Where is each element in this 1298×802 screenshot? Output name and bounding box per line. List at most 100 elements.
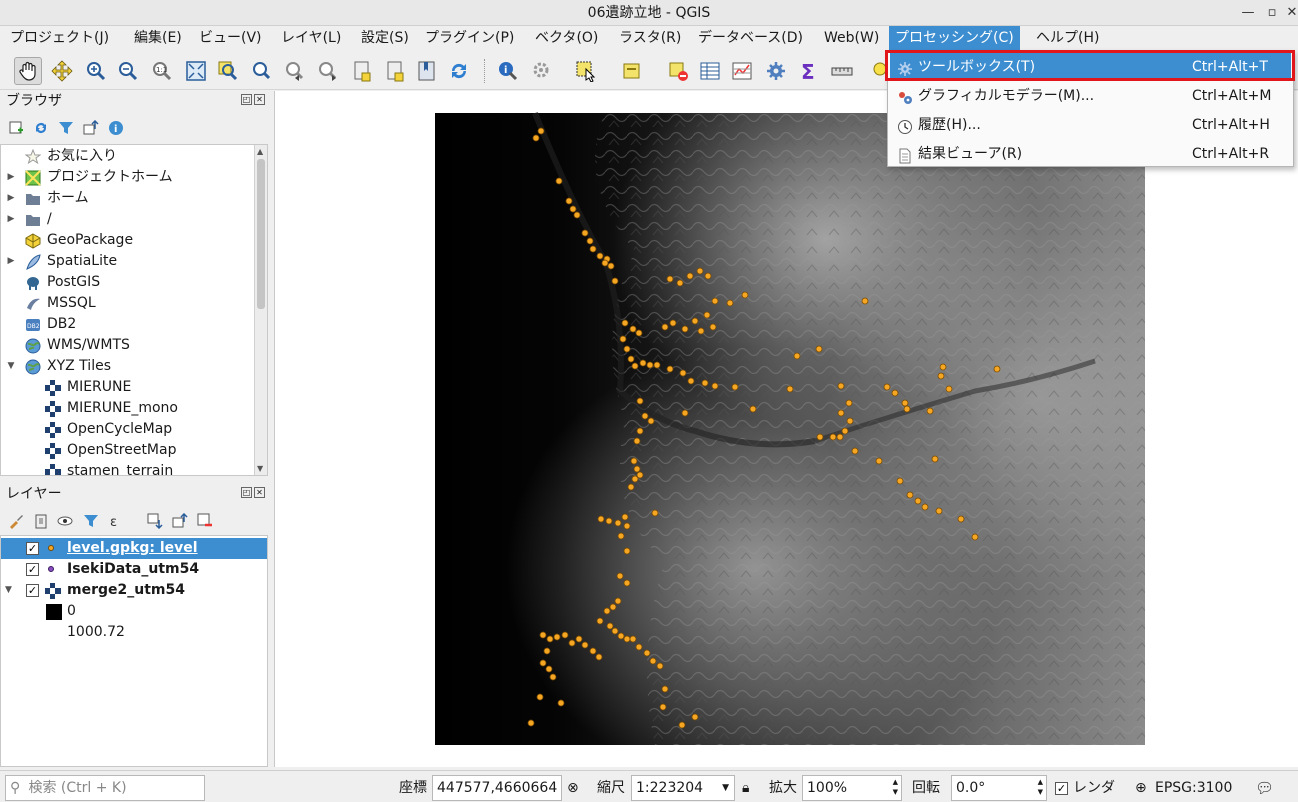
toggle-extents-icon[interactable]: ⊗ — [567, 775, 579, 801]
layer-item-merge2[interactable]: ▼ ✓ merge2_utm54 — [1, 580, 267, 601]
browser-item-mierune-mono[interactable]: MIERUNE_mono — [1, 398, 255, 419]
collapse-all-icon[interactable] — [171, 512, 189, 530]
dem-raster-map[interactable] — [275, 91, 1298, 767]
collapse-arrow-icon[interactable]: ▼ — [5, 580, 12, 601]
browser-item-stamen-terrain[interactable]: stamen_terrain — [1, 461, 255, 475]
menu-vector[interactable]: ベクタ(O) — [529, 26, 604, 52]
menu-processing[interactable]: プロセッシング(C) — [889, 26, 1020, 52]
collapse-arrow-icon[interactable]: ▼ — [5, 356, 17, 377]
menu-help[interactable]: ヘルプ(H) — [1030, 26, 1105, 52]
layer-visibility-checkbox[interactable]: ✓ — [26, 584, 39, 597]
magnifier-spinbox[interactable]: 100% ▲ ▼ — [802, 775, 902, 801]
expand-arrow-icon[interactable]: ▶ — [5, 188, 17, 209]
browser-item-postgis[interactable]: PostGIS — [1, 272, 255, 293]
remove-layer-icon[interactable] — [196, 512, 214, 530]
menu-project[interactable]: プロジェクト(J) — [4, 26, 115, 52]
menu-layer[interactable]: レイヤ(L) — [275, 26, 347, 52]
browser-item-geopackage[interactable]: GeoPackage — [1, 230, 255, 251]
sigma-statistics-icon[interactable]: Σ — [795, 57, 823, 85]
float-panel-icon[interactable]: ◰ — [241, 487, 252, 498]
zoom-next-icon[interactable] — [314, 57, 342, 85]
toolbox-menu-item[interactable]: ツールボックス(T) Ctrl+Alt+T — [890, 53, 1291, 81]
statistics-summary-icon[interactable] — [728, 57, 756, 85]
browser-item-spatialite[interactable]: ▶ SpatiaLite — [1, 251, 255, 272]
menu-edit[interactable]: 編集(E) — [128, 26, 188, 52]
coordinate-field[interactable]: 447577,4660664 — [432, 775, 562, 801]
zoom-in-icon[interactable] — [82, 57, 110, 85]
zoom-to-selection-icon[interactable] — [214, 57, 242, 85]
select-by-value-icon[interactable] — [618, 57, 646, 85]
results-viewer-menu-item[interactable]: 結果ビューア(R) Ctrl+Alt+R — [890, 140, 1291, 168]
scale-combobox[interactable]: 1:223204 ▼ — [631, 775, 735, 801]
minimize-icon[interactable]: — — [1236, 0, 1260, 26]
browser-item-home[interactable]: ▶ ホーム — [1, 188, 255, 209]
zoom-native-icon[interactable]: 1:1 — [148, 57, 176, 85]
bookmark-icon[interactable] — [413, 57, 441, 85]
visibility-icon[interactable] — [57, 512, 75, 530]
new-bookmark-icon[interactable] — [348, 57, 376, 85]
menu-database[interactable]: データベース(D) — [692, 26, 809, 52]
measure-icon[interactable] — [828, 57, 856, 85]
browser-item-project-home[interactable]: ▶ プロジェクトホーム — [1, 167, 255, 188]
add-group-icon[interactable] — [32, 512, 50, 530]
identify-icon[interactable]: i — [494, 57, 522, 85]
graphical-modeler-menu-item[interactable]: グラフィカルモデラー(M)... Ctrl+Alt+M — [890, 82, 1291, 110]
action-icon[interactable] — [528, 57, 556, 85]
menu-view[interactable]: ビュー(V) — [193, 26, 268, 52]
render-checkbox[interactable]: ✓ — [1055, 782, 1068, 795]
browser-item-opencyclemap[interactable]: OpenCycleMap — [1, 419, 255, 440]
menu-plugins[interactable]: プラグイン(P) — [419, 26, 520, 52]
expand-arrow-icon[interactable]: ▶ — [5, 209, 17, 230]
browser-item-favorites[interactable]: お気に入り — [1, 146, 255, 167]
browser-item-mssql[interactable]: MSSQL — [1, 293, 255, 314]
layer-visibility-checkbox[interactable]: ✓ — [26, 563, 39, 576]
map-canvas[interactable] — [274, 91, 1298, 767]
layer-item-isekidata[interactable]: ✓ IsekiData_utm54 — [1, 559, 267, 580]
expand-arrow-icon[interactable]: ▶ — [5, 167, 17, 188]
add-layer-icon[interactable] — [7, 119, 25, 137]
menu-web[interactable]: Web(W) — [818, 26, 885, 52]
crs-button[interactable]: EPSG:3100 — [1155, 775, 1232, 801]
zoom-last-icon[interactable] — [281, 57, 309, 85]
style-manager-icon[interactable] — [7, 512, 25, 530]
collapse-all-icon[interactable] — [82, 119, 100, 137]
lock-icon[interactable]: 🔒︎ — [742, 775, 749, 801]
properties-info-icon[interactable]: i — [107, 119, 125, 137]
browser-item-xyz-tiles[interactable]: ▼ XYZ Tiles — [1, 356, 255, 377]
pan-to-selection-icon[interactable] — [48, 57, 76, 85]
messages-icon[interactable]: 💬︎ — [1255, 775, 1274, 801]
expand-all-icon[interactable] — [146, 512, 164, 530]
browser-item-openstreetmap[interactable]: OpenStreetMap — [1, 440, 255, 461]
close-icon[interactable]: ✕ — [1280, 0, 1298, 26]
layer-visibility-checkbox[interactable]: ✓ — [26, 542, 39, 555]
browser-item-wms[interactable]: WMS/WMTS — [1, 335, 255, 356]
browser-scrollbar[interactable]: ▲ ▼ — [254, 145, 267, 475]
crs-globe-icon[interactable]: ⊕ — [1135, 775, 1147, 801]
zoom-full-icon[interactable] — [182, 57, 210, 85]
browser-item-mierune[interactable]: MIERUNE — [1, 377, 255, 398]
browser-item-root[interactable]: ▶ / — [1, 209, 255, 230]
zoom-to-layer-icon[interactable] — [247, 57, 275, 85]
attribute-table-icon[interactable] — [696, 57, 724, 85]
menu-settings[interactable]: 設定(S) — [355, 26, 415, 52]
menu-raster[interactable]: ラスタ(R) — [613, 26, 687, 52]
layer-item-level[interactable]: ✓ level.gpkg: level — [1, 538, 267, 559]
browser-item-db2[interactable]: DB2 DB2 — [1, 314, 255, 335]
deselect-icon[interactable] — [664, 57, 692, 85]
expand-arrow-icon[interactable]: ▶ — [5, 251, 17, 272]
pan-icon[interactable] — [14, 57, 42, 85]
refresh-icon[interactable] — [445, 57, 473, 85]
spin-arrows-icon[interactable]: ▲ ▼ — [1038, 777, 1043, 797]
expression-filter-icon[interactable]: ε — [109, 512, 127, 530]
processing-toolbox-icon[interactable] — [762, 57, 790, 85]
rotation-spinbox[interactable]: 0.0° ▲ ▼ — [951, 775, 1047, 801]
show-bookmarks-icon[interactable] — [381, 57, 409, 85]
history-menu-item[interactable]: 履歴(H)... Ctrl+Alt+H — [890, 111, 1291, 139]
filter-legend-icon[interactable] — [82, 512, 100, 530]
float-panel-icon[interactable]: ◰ — [241, 94, 252, 105]
locator-search-input[interactable]: ⚲ 検索 (Ctrl + K) — [5, 775, 205, 801]
close-panel-icon[interactable]: ✕ — [254, 94, 265, 105]
select-features-icon[interactable] — [572, 57, 600, 85]
refresh-icon[interactable] — [32, 119, 50, 137]
close-panel-icon[interactable]: ✕ — [254, 487, 265, 498]
